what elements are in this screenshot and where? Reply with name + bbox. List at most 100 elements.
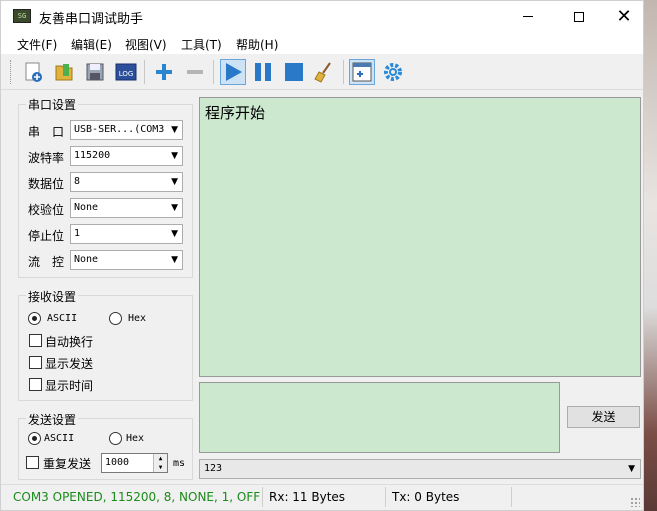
save-button[interactable] xyxy=(82,59,108,85)
stopbits-label: 停止位 xyxy=(28,229,65,243)
send-hex-radio[interactable] xyxy=(109,432,122,445)
chevron-down-icon: ▼ xyxy=(628,464,635,474)
stop-button[interactable] xyxy=(281,59,307,85)
menu-bar: 文件(F) 编辑(E) 视图(V) 工具(T) 帮助(H) xyxy=(1,32,643,54)
receive-ascii-label: ASCII xyxy=(47,313,78,324)
toolbar-separator xyxy=(343,60,344,84)
maximize-icon xyxy=(574,11,584,22)
toolbar-grip xyxy=(10,60,13,84)
baud-select[interactable]: 115200 ▼ xyxy=(70,146,183,166)
databits-label: 数据位 xyxy=(28,177,65,191)
interval-spinbox[interactable]: 1000 ▲ ▼ xyxy=(101,453,168,473)
gear-icon xyxy=(384,63,402,81)
spin-down-icon[interactable]: ▼ xyxy=(154,463,167,472)
status-separator xyxy=(385,487,386,507)
port-select[interactable]: USB-SER...(COM3 ▼ xyxy=(70,120,183,140)
menu-file[interactable]: 文件(F) xyxy=(17,36,57,53)
pause-button[interactable] xyxy=(250,59,276,85)
broom-icon xyxy=(314,62,331,83)
menu-tools[interactable]: 工具(T) xyxy=(181,36,222,53)
interval-unit: ms xyxy=(173,458,186,469)
open-folder-icon xyxy=(55,64,73,81)
status-bar: COM3 OPENED, 115200, 8, NONE, 1, OFF Rx:… xyxy=(1,484,643,510)
send-history-value: 123 xyxy=(204,463,223,474)
send-hex-label: Hex xyxy=(126,433,145,444)
receive-text-area[interactable]: 程序开始 xyxy=(199,97,641,377)
close-icon: ✕ xyxy=(616,5,632,27)
rx-count: Rx: 11 Bytes xyxy=(269,490,346,504)
new-file-button[interactable] xyxy=(20,59,46,85)
parity-label: 校验位 xyxy=(28,203,65,217)
flow-select[interactable]: None ▼ xyxy=(70,250,183,270)
show-send-checkbox[interactable] xyxy=(29,356,42,369)
auto-newline-checkbox[interactable] xyxy=(29,334,42,347)
pause-icon xyxy=(255,63,271,81)
stopbits-select[interactable]: 1 ▼ xyxy=(70,224,183,244)
menu-view[interactable]: 视图(V) xyxy=(125,36,167,53)
maximize-button[interactable] xyxy=(556,1,602,32)
window-title: 友善串口调试助手 xyxy=(39,12,144,27)
play-icon xyxy=(226,63,242,81)
main-window: SG 友善串口调试助手 ✕ 文件(F) 编辑(E) 视图(V) 工具(T) 帮助… xyxy=(0,0,644,511)
baud-value: 115200 xyxy=(74,150,111,161)
repeat-send-checkbox[interactable] xyxy=(26,456,39,469)
send-ascii-radio[interactable] xyxy=(28,432,41,445)
remove-button[interactable] xyxy=(182,59,208,85)
minus-icon xyxy=(187,70,203,74)
show-time-label: 显示时间 xyxy=(45,379,94,393)
receive-ascii-radio[interactable] xyxy=(28,312,41,325)
resize-grip[interactable] xyxy=(630,497,640,507)
repeat-send-label: 重复发送 xyxy=(43,457,92,471)
databits-select[interactable]: 8 ▼ xyxy=(70,172,183,192)
minimize-button[interactable] xyxy=(505,1,551,32)
close-button[interactable]: ✕ xyxy=(601,1,647,32)
flow-value: None xyxy=(74,254,99,265)
desktop-background xyxy=(644,0,657,511)
parity-select[interactable]: None ▼ xyxy=(70,198,183,218)
port-value: USB-SER...(COM3 xyxy=(74,124,165,135)
log-icon: LOG xyxy=(115,63,137,81)
send-button[interactable]: 发送 xyxy=(567,406,640,428)
connection-status: COM3 OPENED, 115200, 8, NONE, 1, OFF xyxy=(13,490,261,504)
log-button[interactable]: LOG xyxy=(113,59,139,85)
port-label: 串 口 xyxy=(28,125,65,139)
stopbits-value: 1 xyxy=(74,228,81,239)
log-icon-text: LOG xyxy=(119,70,134,78)
send-text-area[interactable] xyxy=(199,382,560,453)
chevron-down-icon: ▼ xyxy=(171,151,178,161)
flow-label: 流 控 xyxy=(28,255,65,269)
settings-button[interactable] xyxy=(380,59,406,85)
start-button[interactable] xyxy=(220,59,246,85)
menu-help[interactable]: 帮助(H) xyxy=(236,36,278,53)
chevron-down-icon: ▼ xyxy=(171,255,178,265)
chevron-down-icon: ▼ xyxy=(171,177,178,187)
receive-settings-title: 接收设置 xyxy=(26,288,79,305)
parity-value: None xyxy=(74,202,99,213)
send-settings-title: 发送设置 xyxy=(26,411,79,428)
open-file-button[interactable] xyxy=(51,59,77,85)
send-history-select[interactable]: 123 ▼ xyxy=(199,459,641,479)
add-button[interactable] xyxy=(151,59,177,85)
baud-label: 波特率 xyxy=(28,151,65,165)
stop-icon xyxy=(285,63,303,81)
plus-icon xyxy=(156,64,172,80)
title-bar: SG 友善串口调试助手 ✕ xyxy=(1,1,643,32)
toolbar-separator xyxy=(144,60,145,84)
receive-text: 程序开始 xyxy=(205,104,266,122)
receive-hex-radio[interactable] xyxy=(109,312,122,325)
window-add-icon xyxy=(352,62,372,82)
chevron-down-icon: ▼ xyxy=(171,125,178,135)
show-time-checkbox[interactable] xyxy=(29,378,42,391)
chevron-down-icon: ▼ xyxy=(171,229,178,239)
app-icon: SG xyxy=(13,9,31,23)
spin-buttons: ▲ ▼ xyxy=(153,454,167,472)
window-layout-button[interactable] xyxy=(349,59,375,85)
interval-value: 1000 xyxy=(105,457,130,468)
spin-up-icon[interactable]: ▲ xyxy=(154,454,167,463)
chevron-down-icon: ▼ xyxy=(171,203,178,213)
clear-button[interactable] xyxy=(312,59,338,85)
databits-value: 8 xyxy=(74,176,81,187)
menu-edit[interactable]: 编辑(E) xyxy=(71,36,112,53)
status-separator xyxy=(262,487,263,507)
save-icon xyxy=(86,63,104,81)
